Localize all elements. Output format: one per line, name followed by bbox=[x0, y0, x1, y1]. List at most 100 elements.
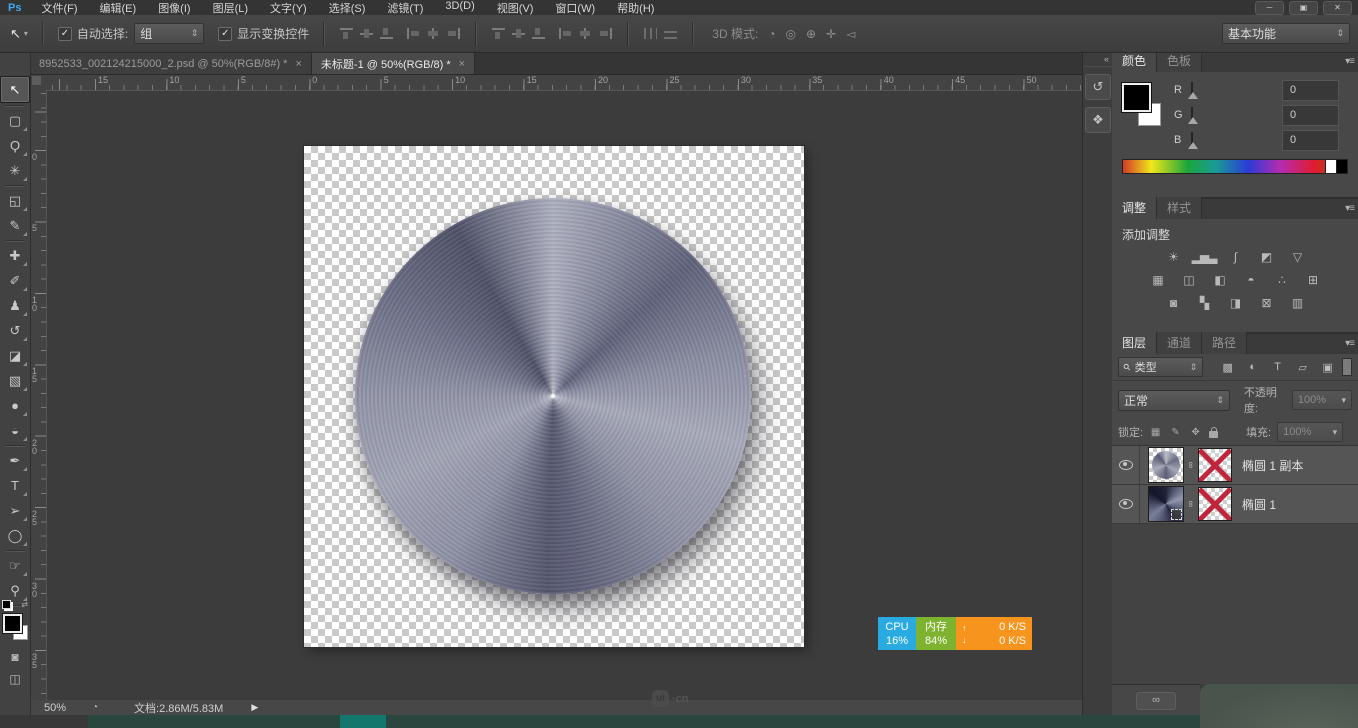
type-tool[interactable]: T bbox=[1, 473, 29, 498]
brush-tool[interactable]: ✐ bbox=[1, 268, 29, 293]
selective-color-icon[interactable]: ⊠ bbox=[1255, 294, 1277, 311]
channel-value-field[interactable]: 0 bbox=[1282, 130, 1339, 151]
menu-item[interactable]: 选择(S) bbox=[318, 0, 377, 16]
foreground-color-swatch-panel[interactable] bbox=[1122, 83, 1151, 112]
align-vertical-centers-icon[interactable] bbox=[360, 28, 373, 39]
close-button[interactable]: ✕ bbox=[1323, 1, 1352, 15]
quick-mask-button[interactable]: ◙ bbox=[1, 646, 29, 668]
color-balance-icon[interactable]: ◫ bbox=[1178, 271, 1200, 288]
vibrance-icon[interactable]: ▽ bbox=[1286, 248, 1308, 265]
3d-roll-icon[interactable]: ◎ bbox=[786, 27, 796, 41]
blend-mode-dropdown[interactable]: 正常 ⇕ bbox=[1118, 390, 1230, 411]
menu-item[interactable]: 视图(V) bbox=[486, 0, 545, 16]
slider-thumb[interactable] bbox=[1188, 142, 1198, 149]
layer-visibility-toggle[interactable] bbox=[1112, 485, 1140, 523]
distribute-top-edges-icon[interactable] bbox=[492, 28, 505, 39]
photo-filter-icon[interactable]: ◓ bbox=[1240, 271, 1262, 288]
posterize-icon[interactable]: ▚ bbox=[1193, 294, 1215, 311]
panel-menu-icon[interactable]: ▾≡ bbox=[1345, 56, 1354, 67]
layers-panel-tab[interactable]: 路径 bbox=[1202, 332, 1247, 354]
align-bottom-edges-icon[interactable] bbox=[380, 28, 393, 39]
distribute-vertical-centers-icon[interactable] bbox=[512, 28, 525, 39]
layer-filter-type-dropdown[interactable]: ⚲ 类型 ⇕ bbox=[1118, 357, 1203, 377]
eyedropper-tool[interactable]: ✎ bbox=[1, 213, 29, 238]
document-tab[interactable]: 8952533_002124215000_2.psd @ 50%(RGB/8#)… bbox=[30, 53, 312, 74]
layer-list-empty-area[interactable] bbox=[1112, 524, 1358, 684]
lock-image-pixels-icon[interactable]: ✎ bbox=[1169, 427, 1182, 438]
color-panel-tab[interactable]: 颜色 bbox=[1112, 50, 1157, 72]
invert-icon[interactable]: ◙ bbox=[1162, 294, 1184, 311]
auto-select-checkbox[interactable]: ✓ bbox=[58, 27, 72, 41]
3d-pan-icon[interactable]: ⊕ bbox=[806, 27, 816, 41]
menu-item[interactable]: 3D(D) bbox=[434, 0, 485, 16]
lock-all-icon[interactable] bbox=[1209, 431, 1218, 438]
auto-select-type-dropdown[interactable]: 组 ⇕ bbox=[134, 23, 204, 44]
3d-slide-icon[interactable]: ✛ bbox=[826, 27, 836, 41]
menu-item[interactable]: 窗口(W) bbox=[544, 0, 606, 16]
quick-selection-tool[interactable]: ✳ bbox=[1, 158, 29, 183]
hand-tool[interactable]: ☞ bbox=[1, 553, 29, 578]
pen-tool[interactable]: ✒ bbox=[1, 448, 29, 473]
curves-icon[interactable]: ∫ bbox=[1224, 248, 1246, 265]
brightness-contrast-icon[interactable]: ☀ bbox=[1162, 248, 1184, 265]
distribute-horizontal-spacing-icon[interactable] bbox=[644, 28, 657, 39]
layer-row[interactable]: ∞椭圆 1 副本 bbox=[1112, 446, 1358, 485]
fill-field[interactable]: 100% ▾ bbox=[1277, 422, 1343, 442]
workspace-switcher[interactable]: 基本功能 ⇕ bbox=[1222, 23, 1350, 44]
close-tab-icon[interactable]: × bbox=[459, 58, 465, 70]
vertical-ruler[interactable]: 051 01 52 02 53 03 5 bbox=[30, 90, 47, 700]
distribute-right-edges-icon[interactable] bbox=[599, 28, 612, 39]
layer-filter-toggle[interactable] bbox=[1342, 358, 1352, 376]
path-selection-tool[interactable]: ➢ bbox=[1, 498, 29, 523]
layer-name[interactable]: 椭圆 1 bbox=[1242, 496, 1276, 513]
dodge-tool[interactable]: ◒ bbox=[1, 418, 29, 443]
slider-thumb[interactable] bbox=[1188, 92, 1198, 99]
distribute-left-edges-icon[interactable] bbox=[559, 28, 572, 39]
color-lookup-icon[interactable]: ⊞ bbox=[1302, 271, 1324, 288]
history-panel-icon[interactable]: ↺ bbox=[1085, 74, 1111, 100]
panel-menu-icon[interactable]: ▾≡ bbox=[1345, 203, 1354, 214]
gradient-tool[interactable]: ▧ bbox=[1, 368, 29, 393]
screen-mode-button[interactable]: ◫ bbox=[1, 668, 29, 690]
expand-dock-icon[interactable]: « bbox=[1083, 52, 1113, 67]
channel-value-field[interactable]: 0 bbox=[1282, 105, 1339, 126]
move-tool-options-icon[interactable]: ↖ ▾ bbox=[0, 26, 34, 42]
panel-menu-icon[interactable]: ▾≡ bbox=[1345, 338, 1354, 349]
layer-visibility-toggle[interactable] bbox=[1112, 446, 1140, 484]
taskbar-active-segment[interactable] bbox=[340, 715, 386, 728]
menu-item[interactable]: 编辑(E) bbox=[89, 0, 148, 16]
default-colors-icon[interactable] bbox=[2, 600, 11, 609]
tools-panel-grip[interactable] bbox=[0, 52, 30, 76]
lock-position-icon[interactable]: ✥ bbox=[1189, 427, 1202, 438]
menu-item[interactable]: 图像(I) bbox=[147, 0, 201, 16]
3d-rotate-icon[interactable]: ◔ bbox=[768, 27, 775, 41]
3d-scale-icon[interactable]: ◅ bbox=[846, 27, 855, 41]
menu-item[interactable]: 滤镜(T) bbox=[376, 0, 434, 16]
menu-item[interactable]: 帮助(H) bbox=[606, 0, 665, 16]
filter-smart-objects-icon[interactable]: ▣ bbox=[1319, 361, 1336, 374]
properties-panel-icon[interactable]: ❖ bbox=[1085, 107, 1111, 133]
adjustments-panel-tab[interactable]: 样式 bbox=[1157, 197, 1202, 219]
exposure-icon[interactable]: ◩ bbox=[1255, 248, 1277, 265]
foreground-color-swatch[interactable] bbox=[3, 614, 22, 633]
ruler-origin-corner[interactable] bbox=[30, 74, 47, 91]
white-swatch[interactable] bbox=[1326, 159, 1337, 174]
threshold-icon[interactable]: ◨ bbox=[1224, 294, 1246, 311]
layers-panel-tab[interactable]: 通道 bbox=[1157, 332, 1202, 354]
align-left-edges-icon[interactable] bbox=[407, 28, 420, 39]
spectrum-ramp[interactable] bbox=[1122, 159, 1326, 174]
align-right-edges-icon[interactable] bbox=[447, 28, 460, 39]
adjustments-panel-tab[interactable]: 调整 bbox=[1112, 197, 1157, 219]
healing-brush-tool[interactable]: ✚ bbox=[1, 243, 29, 268]
restore-button[interactable]: ▣ bbox=[1289, 1, 1318, 15]
channel-value-field[interactable]: 0 bbox=[1282, 80, 1339, 101]
filter-type-layers-icon[interactable]: T bbox=[1269, 361, 1286, 374]
show-transform-option[interactable]: ✓ 显示变换控件 bbox=[218, 25, 309, 42]
align-top-edges-icon[interactable] bbox=[340, 28, 353, 39]
status-expand-arrow[interactable]: ▶ bbox=[251, 702, 258, 713]
levels-icon[interactable]: ▂▅▃ bbox=[1193, 248, 1215, 265]
distribute-bottom-edges-icon[interactable] bbox=[532, 28, 545, 39]
move-tool[interactable]: ↖ bbox=[0, 76, 30, 103]
horizontal-ruler[interactable]: 1510505101520253035404550 bbox=[46, 74, 1082, 91]
filter-pixel-layers-icon[interactable]: ▩ bbox=[1219, 361, 1236, 374]
